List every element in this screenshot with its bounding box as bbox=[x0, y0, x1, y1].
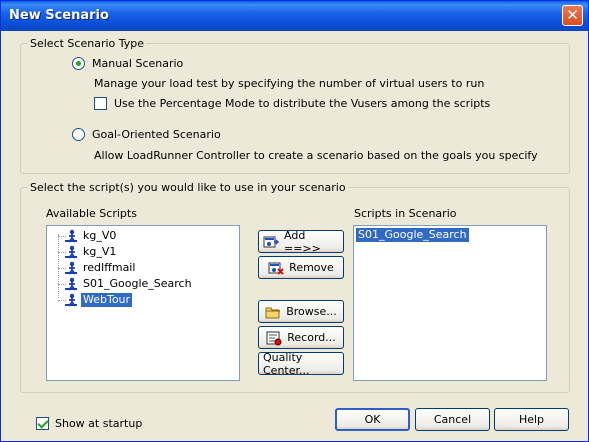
percentage-mode-checkbox[interactable] bbox=[94, 97, 107, 110]
vuser-script-icon bbox=[65, 229, 77, 243]
scripts-in-scenario-list[interactable]: S01_Google_Search bbox=[353, 225, 547, 381]
help-button[interactable]: Help bbox=[494, 408, 569, 431]
script-name: kg_V1 bbox=[83, 245, 117, 258]
list-item[interactable]: S01_Google_Search bbox=[65, 276, 194, 292]
goal-oriented-label[interactable]: Goal-Oriented Scenario bbox=[92, 128, 221, 141]
record-button-label: Record... bbox=[287, 331, 336, 344]
vuser-script-icon bbox=[65, 277, 77, 291]
vuser-script-icon bbox=[65, 261, 77, 275]
list-item[interactable]: kg_V0 bbox=[65, 228, 118, 244]
ok-button[interactable]: OK bbox=[335, 408, 410, 431]
script-name: S01_Google_Search bbox=[83, 277, 192, 290]
browse-button-label: Browse... bbox=[286, 305, 337, 318]
script-name: redIffmail bbox=[83, 261, 136, 274]
manual-scenario-description: Manage your load test by specifying the … bbox=[94, 77, 485, 90]
manual-scenario-label[interactable]: Manual Scenario bbox=[92, 57, 183, 70]
add-script-icon bbox=[263, 234, 280, 250]
script-name: WebTour bbox=[81, 293, 133, 307]
available-scripts-label: Available Scripts bbox=[46, 207, 137, 220]
title-bar[interactable]: New Scenario ✕ bbox=[1, 1, 588, 31]
remove-script-icon bbox=[268, 260, 284, 276]
folder-icon bbox=[265, 304, 281, 320]
list-item[interactable]: redIffmail bbox=[65, 260, 137, 276]
list-item[interactable]: kg_V1 bbox=[65, 244, 118, 260]
cancel-button[interactable]: Cancel bbox=[415, 408, 490, 431]
list-item[interactable]: WebTour bbox=[65, 292, 133, 308]
show-at-startup-checkbox[interactable] bbox=[36, 417, 49, 430]
goal-oriented-radio[interactable] bbox=[72, 128, 85, 141]
browse-button[interactable]: Browse... bbox=[258, 300, 344, 323]
remove-button-label: Remove bbox=[289, 261, 334, 274]
help-button-label: Help bbox=[518, 413, 545, 426]
scenario-type-group-title: Select Scenario Type bbox=[28, 37, 147, 50]
remove-button[interactable]: Remove bbox=[258, 256, 344, 279]
cancel-button-label: Cancel bbox=[433, 413, 472, 426]
percentage-mode-label[interactable]: Use the Percentage Mode to distribute th… bbox=[114, 97, 490, 110]
record-icon bbox=[266, 330, 282, 346]
list-item[interactable]: S01_Google_Search bbox=[356, 228, 469, 242]
add-button[interactable]: Add ==>> bbox=[258, 228, 344, 255]
manual-scenario-radio[interactable] bbox=[72, 57, 85, 70]
show-at-startup-label[interactable]: Show at startup bbox=[55, 417, 142, 430]
record-button[interactable]: Record... bbox=[258, 326, 344, 349]
close-icon: ✕ bbox=[566, 6, 579, 24]
window-title: New Scenario bbox=[9, 8, 109, 23]
add-button-label: Add ==>> bbox=[284, 228, 321, 255]
available-scripts-tree[interactable]: kg_V0 kg_V1 redIffmail S01_Google_Search Web… bbox=[46, 225, 240, 381]
quality-center-button[interactable]: Quality Center... bbox=[258, 350, 344, 377]
tree-connector bbox=[58, 234, 59, 298]
script-name: kg_V0 bbox=[83, 229, 117, 242]
scripts-in-scenario-label: Scripts in Scenario bbox=[354, 207, 457, 220]
goal-oriented-description: Allow LoadRunner Controller to create a … bbox=[94, 149, 538, 162]
scripts-group-title: Select the script(s) you would like to u… bbox=[28, 181, 348, 194]
close-button[interactable]: ✕ bbox=[562, 5, 583, 26]
vuser-script-icon bbox=[65, 245, 77, 259]
ok-button-label: OK bbox=[364, 413, 381, 426]
new-scenario-dialog: New Scenario ✕ Select Scenario Type Manu… bbox=[0, 0, 589, 442]
quality-center-button-label: Quality Center... bbox=[263, 350, 310, 377]
vuser-script-icon bbox=[65, 293, 77, 307]
